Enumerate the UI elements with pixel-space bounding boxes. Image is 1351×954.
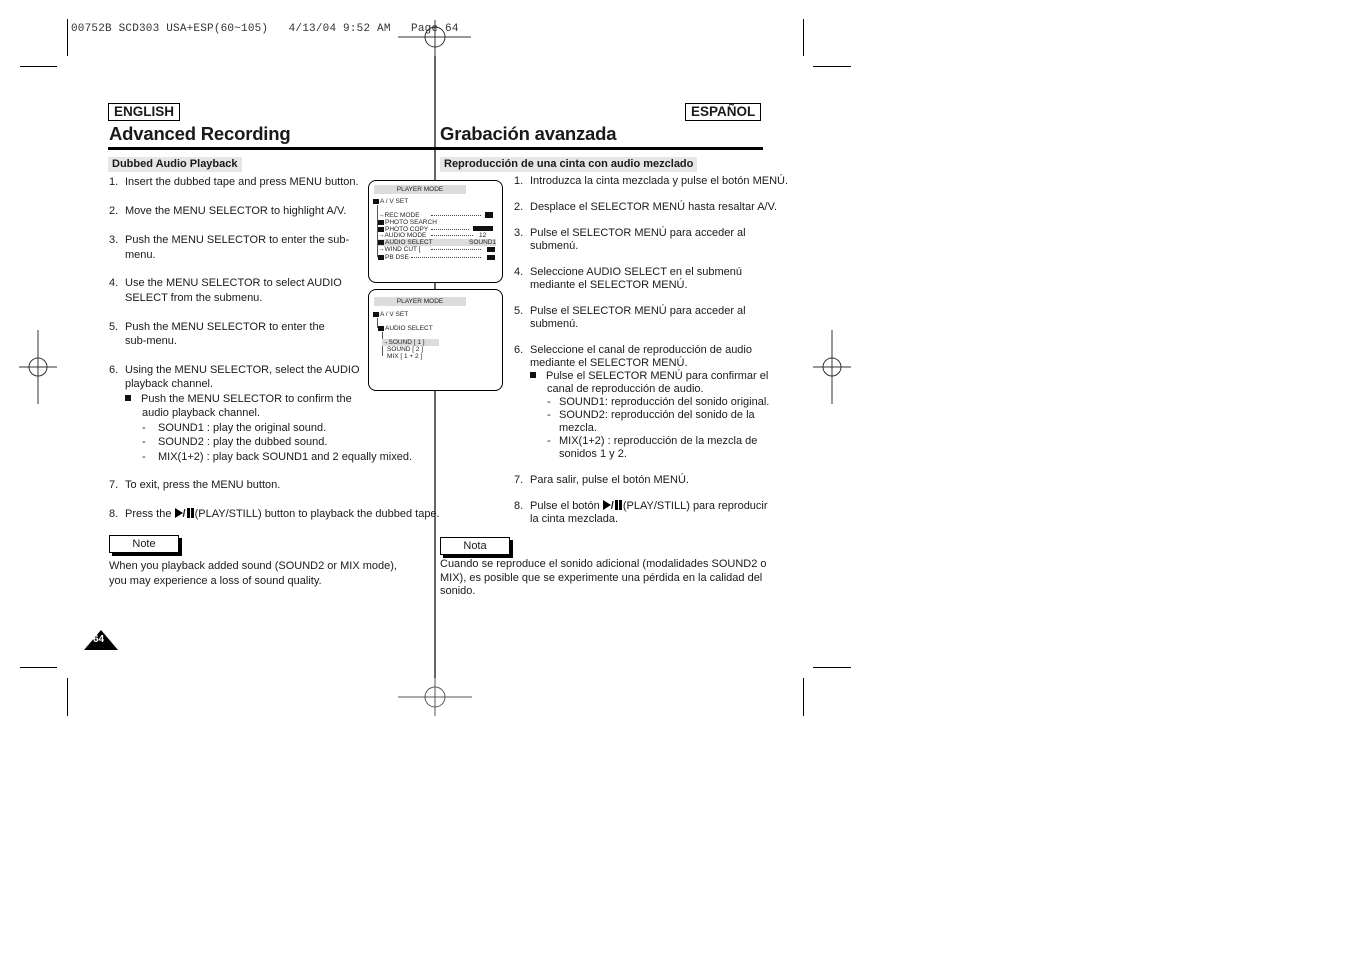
photo-copy-value-icon [473,226,493,231]
option: SOUND [ 2 ] [387,346,424,353]
registration-mark-left [19,330,57,404]
section-heading-english: Dubbed Audio Playback [108,157,242,172]
page-title-espanol: Grabación avanzada [440,123,617,144]
menu-item: PHOTO SEARCH [378,219,437,226]
language-label-espanol: ESPAÑOL [685,103,762,121]
menu-root: A / V SET [373,198,408,205]
audio-mode-value: 12 [479,232,487,239]
sub-bullet: Push the MENU SELECTOR to confirm the [125,392,352,407]
audio-select-value: SOUND1 [469,239,497,246]
note-text-english: When you playback added sound (SOUND2 or… [109,560,397,587]
registration-mark-top [398,20,471,56]
bullet-square-icon [530,372,536,378]
menu-item: →WIND CUT [ [378,246,421,253]
section-heading-espanol: Reproducción de una cinta con audio mezc… [440,157,698,172]
screen-header: PLAYER MODE [374,185,466,194]
menu-item: →REC MODE [378,212,420,219]
note-label-english: Note [109,535,179,553]
folder-icon [373,312,379,317]
menu-item: PB DSE [378,254,409,261]
option: MIX [ 1 + 2 ] [387,353,423,360]
submenu-title: AUDIO SELECT [378,325,433,332]
rec-mode-value-icon [485,212,493,218]
folder-icon [378,326,384,331]
registration-mark-right [813,330,851,404]
folder-icon [373,199,379,204]
title-rule [108,147,763,150]
wind-cut-value-icon [487,247,495,252]
registration-mark-bottom [398,678,472,716]
note-label-espanol: Nota [440,537,510,555]
page-number: 64 [93,634,105,645]
play-still-icon: / [174,508,195,520]
menu-screen-2: PLAYER MODE A / V SET AUDIO SELECT →SOUN… [368,289,503,391]
bullet-square-icon [125,395,131,401]
option-selected: →SOUND [ 1 ] [382,339,439,346]
pb-dse-value-icon [487,255,495,260]
folder-icon [378,220,384,225]
page-title-english: Advanced Recording [109,123,291,144]
note-text-espanol: Cuando se reproduce el sonido adicional … [440,558,767,597]
folder-icon [378,240,384,245]
menu-screen-1: PLAYER MODE A / V SET →REC MODE PHOTO SE… [368,180,503,283]
folder-icon [378,255,384,260]
menu-item: →AUDIO MODE [378,232,427,239]
menu-root: A / V SET [373,311,408,318]
screen-header: PLAYER MODE [374,297,466,306]
language-label-english: ENGLISH [108,103,181,121]
play-still-icon: / [602,500,623,512]
